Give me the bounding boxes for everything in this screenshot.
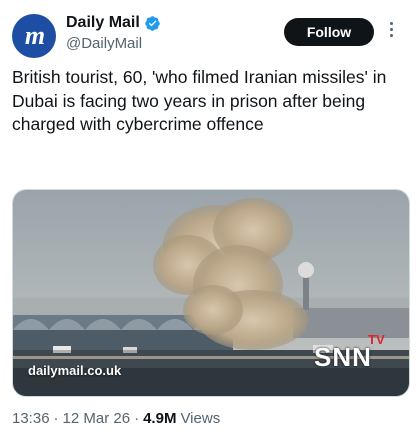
views-count: 4.9M — [143, 410, 177, 427]
meta-separator: · — [53, 410, 59, 427]
meta-separator: · — [134, 410, 140, 427]
author-name-row[interactable]: Daily Mail — [66, 14, 161, 32]
tweet-time[interactable]: 13:36 — [12, 410, 50, 427]
snn-logo-text: SNN — [314, 342, 372, 372]
tweet-text: British tourist, 60, 'who filmed Iranian… — [12, 67, 387, 134]
tweet-date[interactable]: 12 Mar 26 — [63, 410, 131, 427]
more-options-icon[interactable] — [390, 22, 393, 37]
snn-logo-tv: TV — [368, 332, 385, 347]
avatar-logo: m — [24, 21, 45, 50]
snn-tv-logo: SNN TV — [312, 332, 408, 376]
avatar[interactable]: m — [12, 14, 56, 58]
verified-badge-icon — [145, 15, 160, 31]
media-watermark: dailymail.co.uk — [28, 363, 122, 378]
author-handle[interactable]: @DailyMail — [66, 35, 142, 52]
author-name[interactable]: Daily Mail — [66, 14, 140, 32]
tweet-meta: 13:36 · 12 Mar 26 · 4.9M Views — [12, 410, 220, 427]
views-label: Views — [180, 410, 221, 427]
follow-button[interactable]: Follow — [284, 18, 374, 46]
